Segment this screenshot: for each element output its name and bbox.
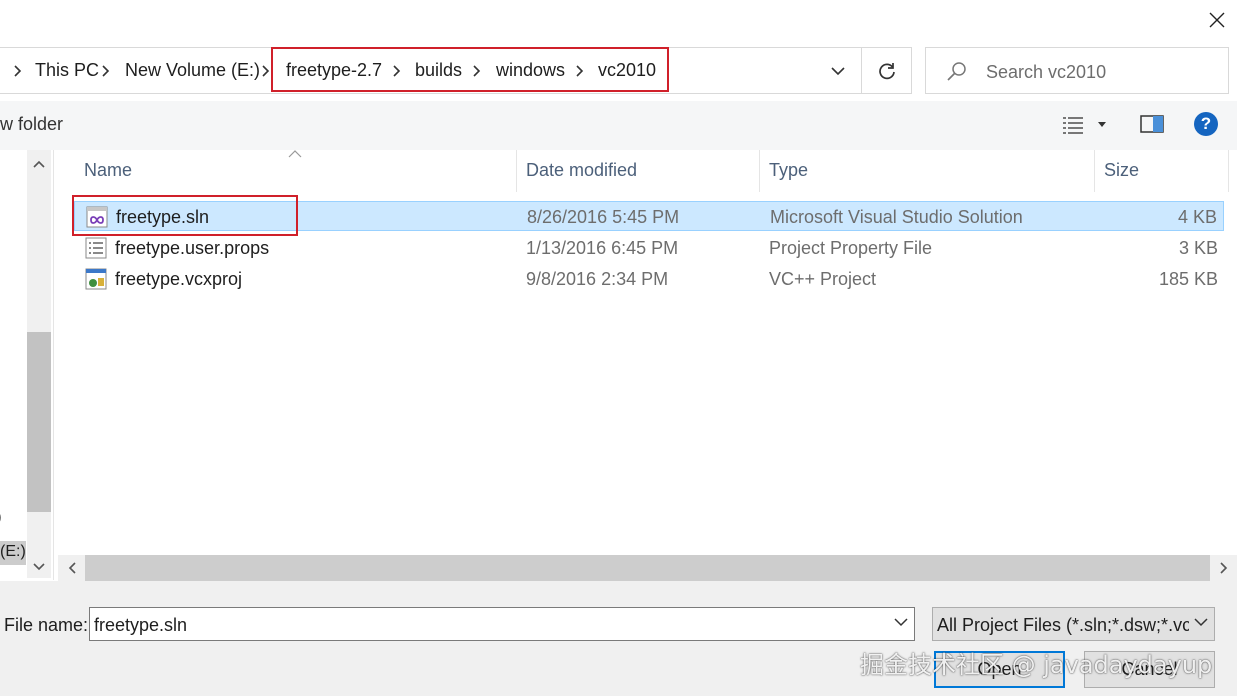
details-view-icon [1063, 117, 1083, 134]
file-size: 185 KB [1158, 269, 1218, 289]
column-divider[interactable] [759, 150, 760, 192]
file-row[interactable]: freetype.user.props 1/13/2016 6:45 PM Pr… [74, 233, 1224, 263]
column-header-size[interactable]: Size [1104, 160, 1139, 181]
refresh-icon [878, 62, 895, 79]
column-divider [1228, 150, 1229, 192]
chevron-down-icon [1194, 618, 1208, 627]
scroll-left-button[interactable] [58, 555, 85, 581]
file-type: VC++ Project [769, 269, 877, 289]
file-date: 1/13/2016 6:45 PM [526, 238, 679, 258]
file-name-label: File name: [4, 615, 89, 635]
chevron-down-icon [33, 563, 45, 571]
file-name-value: freetype.sln [94, 615, 188, 635]
nav-item-drive-e[interactable]: (E:) [0, 541, 26, 565]
file-size: 4 KB [1177, 207, 1217, 227]
sort-ascending-icon [288, 150, 302, 158]
column-divider[interactable] [1094, 150, 1095, 192]
file-name-input[interactable]: freetype.sln [89, 607, 915, 641]
new-folder-button[interactable]: w folder [0, 114, 63, 135]
close-button[interactable] [1197, 0, 1237, 40]
chevron-right-icon [14, 65, 22, 77]
horizontal-scrollbar-thumb[interactable] [85, 555, 1210, 581]
nav-scroll-down-button[interactable] [27, 553, 51, 581]
chevron-down-icon[interactable] [894, 618, 908, 627]
refresh-button[interactable] [862, 47, 912, 94]
file-date: 8/26/2016 5:45 PM [527, 207, 680, 227]
search-placeholder: Search vc2010 [986, 62, 1107, 82]
nav-scrollbar-thumb[interactable] [27, 332, 51, 512]
dropdown-triangle-icon [1098, 122, 1106, 127]
file-type: Project Property File [769, 238, 933, 258]
chevron-right-icon [1219, 562, 1227, 574]
search-box[interactable]: Search vc2010 [925, 47, 1229, 94]
chevron-left-icon [68, 562, 76, 574]
nav-item-partial[interactable]: ) [0, 507, 2, 527]
file-type: Microsoft Visual Studio Solution [770, 207, 1023, 227]
column-header-type[interactable]: Type [769, 160, 808, 181]
scroll-right-button[interactable] [1210, 555, 1237, 581]
chevron-up-icon [33, 160, 45, 168]
help-button[interactable]: ? [1194, 112, 1218, 136]
watermark: 掘金技术社区 @ javadaydayup [860, 651, 1213, 679]
file-type-filter-select[interactable]: All Project Files (*.sln;*.dsw;*.vcw [932, 607, 1215, 641]
chevron-right-icon [102, 65, 110, 77]
path-highlight-box [271, 47, 669, 92]
chevron-down-icon [831, 67, 845, 76]
change-view-button[interactable] [1062, 113, 1112, 137]
file-name: freetype.vcxproj [115, 269, 243, 289]
breadcrumb-new-volume[interactable]: New Volume (E:) [125, 60, 260, 81]
filter-value: All Project Files (*.sln;*.dsw;*.vcw [937, 615, 1189, 635]
file-size: 3 KB [1178, 238, 1218, 258]
file-row[interactable]: freetype.vcxproj 9/8/2016 2:34 PM VC++ P… [74, 264, 1224, 294]
file-date: 9/8/2016 2:34 PM [526, 269, 669, 289]
property-file-icon [85, 237, 107, 259]
column-header-date[interactable]: Date modified [526, 160, 637, 181]
command-bar [0, 101, 1237, 150]
file-name: freetype.user.props [115, 238, 270, 258]
help-icon: ? [1200, 114, 1212, 133]
breadcrumb-this-pc[interactable]: This PC [35, 60, 99, 81]
preview-pane-icon[interactable] [1140, 114, 1164, 134]
address-dropdown-button[interactable] [820, 58, 856, 84]
column-header-name[interactable]: Name [84, 160, 132, 181]
nav-scroll-up-button[interactable] [27, 150, 51, 178]
column-divider[interactable] [516, 150, 517, 192]
file-highlight-box [72, 195, 298, 236]
search-icon [947, 62, 966, 81]
vcxproj-icon [85, 268, 107, 290]
close-icon [1209, 12, 1225, 28]
